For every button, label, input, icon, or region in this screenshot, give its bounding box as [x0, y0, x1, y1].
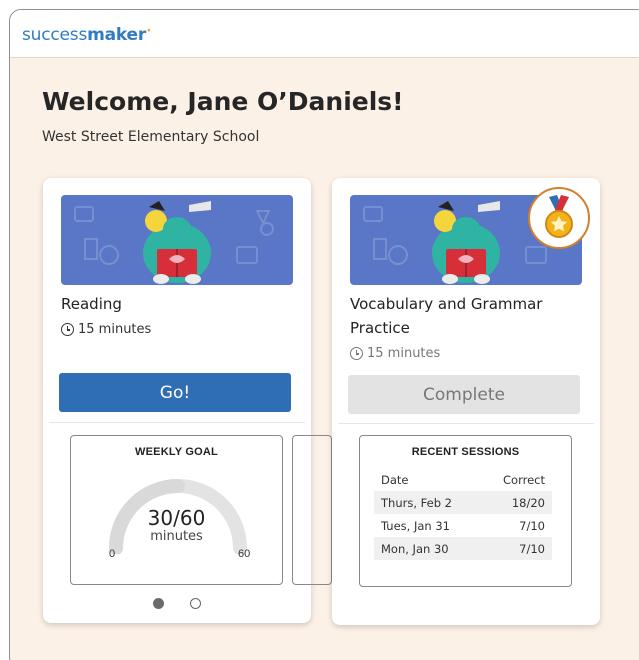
recent-sessions-table: Date Correct Thurs, Feb 2 18/20 Tues, Ja…	[374, 468, 552, 560]
app-window: successmaker• Welcome, Jane O’Daniels! W…	[9, 9, 639, 660]
pager-dot-1[interactable]	[153, 598, 164, 609]
successmaker-logo[interactable]: successmaker•	[22, 25, 151, 45]
table-row: Thurs, Feb 2 18/20	[374, 491, 552, 514]
assignment-card-vocabulary: Vocabulary and Grammar Practice 15 minut…	[332, 178, 600, 625]
logo-text-success: success	[22, 25, 88, 45]
session-date: Mon, Jan 30	[381, 541, 449, 556]
weekly-goal-unit: minutes	[150, 529, 203, 544]
gauge-max-label: 60	[238, 548, 251, 560]
weekly-goal-panel: WEEKLY GOAL 30/60 minutes 0 60	[70, 435, 283, 585]
assignment-card-reading: Reading 15 minutes Go! WEEKLY GOAL 30/60…	[43, 178, 332, 623]
session-correct: 7/10	[519, 518, 545, 533]
medal-graphic	[545, 195, 573, 238]
welcome-heading: Welcome, Jane O’Daniels!	[42, 87, 404, 116]
session-date: Thurs, Feb 2	[381, 495, 452, 510]
complete-button[interactable]: Complete	[348, 375, 580, 414]
session-correct: 18/20	[511, 495, 545, 510]
next-widget-peek[interactable]	[292, 435, 332, 585]
card-divider	[338, 423, 594, 424]
assignment-title: Reading	[61, 295, 122, 313]
duration-text: 15 minutes	[367, 346, 441, 361]
logo-dot: •	[146, 26, 152, 37]
assignment-title: Vocabulary and Grammar Practice	[350, 295, 543, 337]
column-header-correct: Correct	[503, 472, 545, 487]
table-row: Mon, Jan 30 7/10	[374, 537, 552, 560]
assignment-duration: 15 minutes	[61, 322, 151, 337]
clock-icon	[350, 347, 363, 360]
banner-art	[74, 201, 274, 284]
card-divider	[49, 422, 305, 423]
weekly-goal-value: 30/60	[147, 506, 206, 530]
school-name: West Street Elementary School	[42, 129, 260, 145]
top-bar: successmaker•	[10, 10, 639, 58]
logo-text-maker: maker	[87, 25, 147, 45]
table-row: Tues, Jan 31 7/10	[374, 514, 552, 537]
medal-icon	[528, 187, 590, 249]
pager-dot-2[interactable]	[190, 598, 201, 609]
assignment-duration: 15 minutes	[350, 346, 440, 361]
session-correct: 7/10	[519, 541, 545, 556]
reading-mascot-illustration	[61, 195, 293, 285]
clock-icon	[61, 323, 74, 336]
session-date: Tues, Jan 31	[381, 518, 450, 533]
duration-text: 15 minutes	[78, 322, 152, 337]
weekly-goal-title: WEEKLY GOAL	[135, 446, 218, 458]
go-button[interactable]: Go!	[59, 373, 291, 412]
carousel-pager	[43, 598, 311, 609]
recent-sessions-panel: RECENT SESSIONS Date Correct Thurs, Feb …	[359, 435, 572, 587]
recent-sessions-title: RECENT SESSIONS	[411, 446, 520, 458]
column-header-date: Date	[381, 472, 409, 487]
gauge-min-label: 0	[109, 548, 116, 560]
